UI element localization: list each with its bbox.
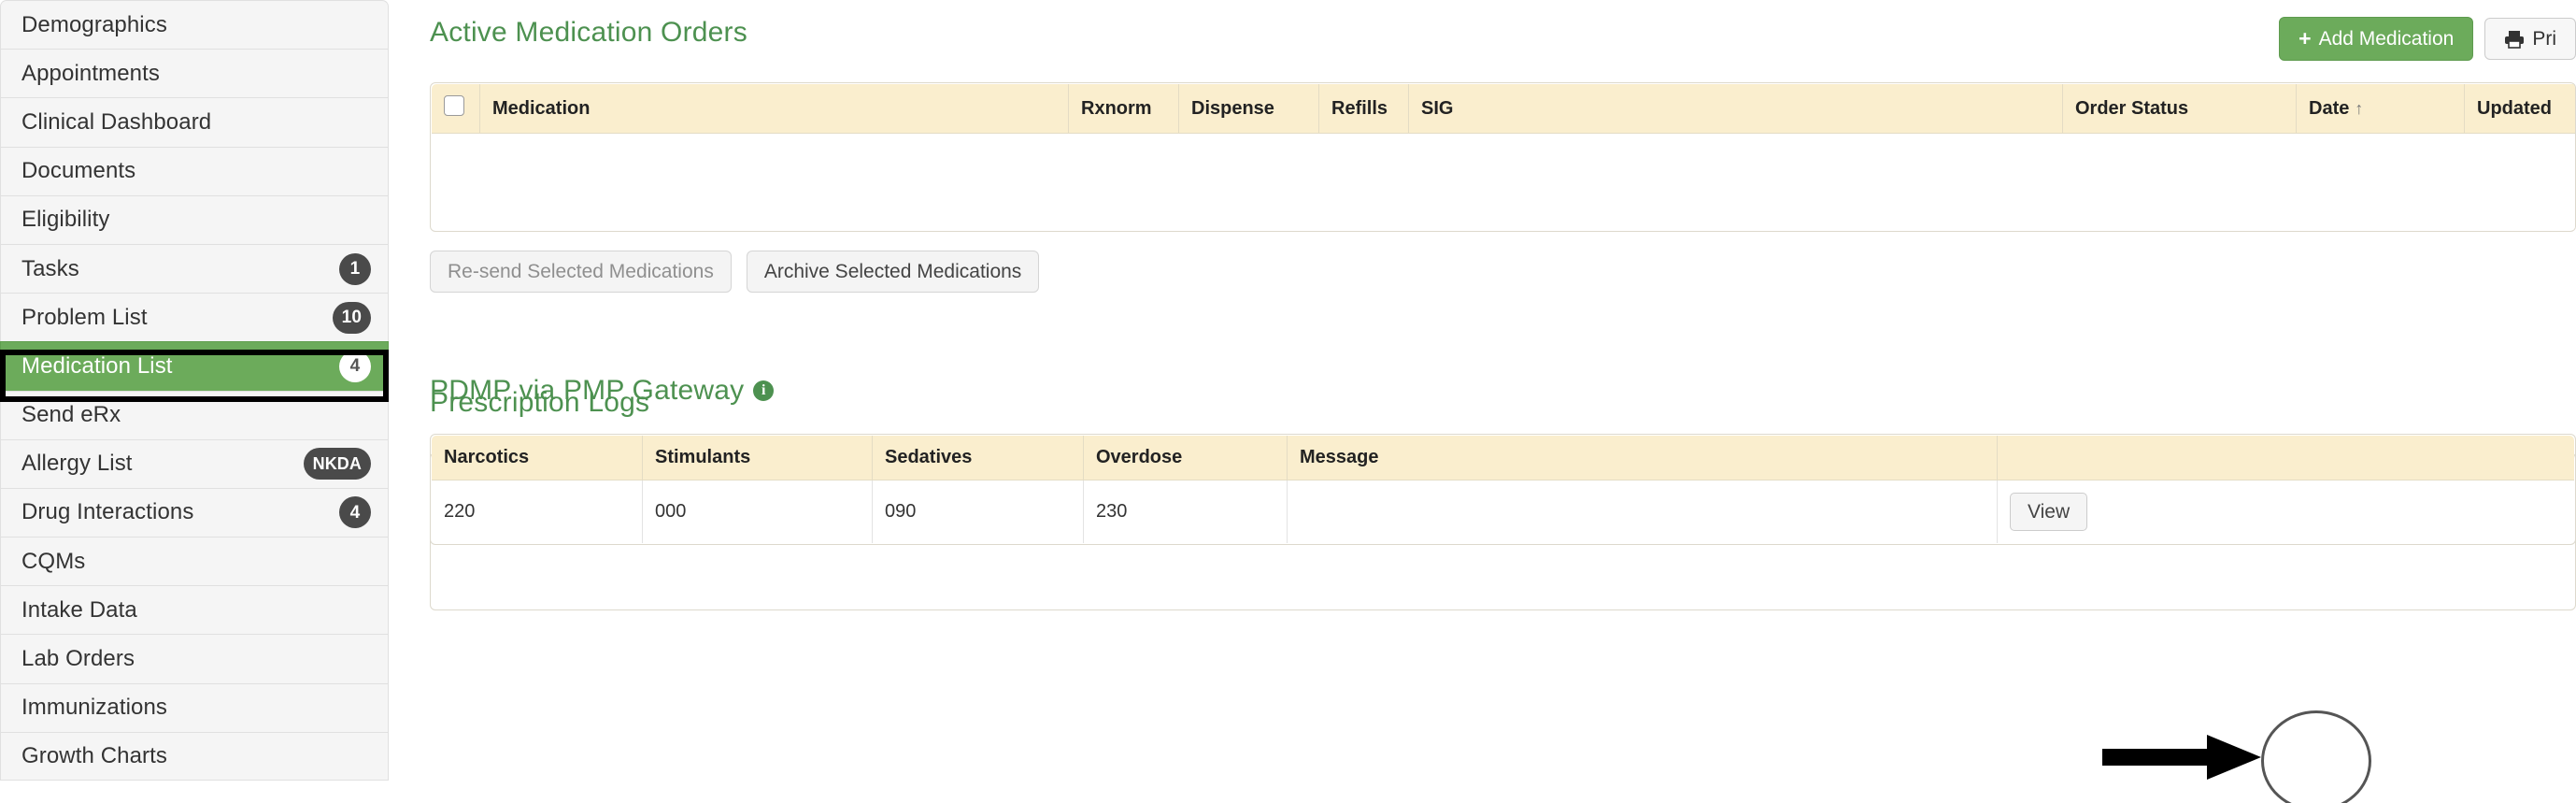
sidebar-nav-list: Demographics Appointments Clinical Dashb… bbox=[0, 0, 389, 781]
active-medication-orders-title: Active Medication Orders bbox=[430, 17, 747, 48]
column-header-date[interactable]: Date ↑ bbox=[2296, 84, 2465, 134]
printer-icon bbox=[2504, 30, 2525, 49]
column-header-overdose[interactable]: Overdose bbox=[1083, 436, 1288, 480]
cell-stimulants: 000 bbox=[642, 480, 873, 543]
sidebar-item-drug-interactions[interactable]: Drug Interactions 4 bbox=[0, 487, 389, 538]
pdmp-table-wrap: Narcotics Stimulants Sedatives Overdose … bbox=[430, 434, 2576, 545]
column-header-date-label: Date bbox=[2309, 97, 2350, 119]
top-action-bar: + Add Medication Pri bbox=[2279, 17, 2576, 61]
cell-overdose: 230 bbox=[1083, 480, 1288, 543]
sidebar-item-label: Demographics bbox=[21, 11, 167, 37]
column-header-updated[interactable]: Updated bbox=[2464, 84, 2575, 134]
column-header-refills[interactable]: Refills bbox=[1318, 84, 1409, 134]
sidebar-item-label: Medication List bbox=[21, 352, 173, 379]
pdmp-title: PDMP via PMP Gateway i bbox=[430, 375, 775, 407]
table-row: 220 000 090 230 View bbox=[432, 480, 2574, 543]
sidebar-item-demographics[interactable]: Demographics bbox=[0, 0, 389, 50]
sidebar-item-label: Tasks bbox=[21, 255, 79, 281]
sidebar-item-label: Send eRx bbox=[21, 402, 121, 428]
active-medication-orders-table: Medication Rxnorm Dispense Refills SIG O… bbox=[431, 83, 2575, 231]
sidebar-badge-drug-interactions: 4 bbox=[339, 496, 371, 529]
sidebar-item-label: Appointments bbox=[21, 60, 160, 86]
pdmp-table-body: 220 000 090 230 View bbox=[432, 480, 2574, 543]
pdmp-table: Narcotics Stimulants Sedatives Overdose … bbox=[431, 435, 2575, 544]
table-header-row: Medication Rxnorm Dispense Refills SIG O… bbox=[432, 84, 2575, 134]
sidebar-item-tasks[interactable]: Tasks 1 bbox=[0, 243, 389, 294]
sidebar-badge-medication-list: 4 bbox=[339, 350, 371, 382]
column-header-narcotics[interactable]: Narcotics bbox=[432, 436, 643, 480]
select-all-header[interactable] bbox=[432, 84, 480, 134]
sidebar-badge-tasks: 1 bbox=[339, 252, 371, 285]
sidebar-item-growth-charts[interactable]: Growth Charts bbox=[0, 731, 389, 781]
active-medication-orders-body bbox=[432, 133, 2575, 230]
add-medication-label: Add Medication bbox=[2318, 28, 2455, 50]
column-header-rxnorm[interactable]: Rxnorm bbox=[1068, 84, 1179, 134]
patient-sidebar: Demographics Appointments Clinical Dashb… bbox=[0, 0, 389, 803]
sidebar-item-label: Documents bbox=[21, 158, 136, 184]
medication-actions-row: Re-send Selected Medications Archive Sel… bbox=[430, 251, 2576, 293]
cell-narcotics: 220 bbox=[432, 480, 643, 543]
cell-message bbox=[1287, 480, 1998, 543]
sidebar-item-appointments[interactable]: Appointments bbox=[0, 49, 389, 98]
sidebar-item-label: Eligibility bbox=[21, 207, 110, 233]
sidebar-badge-problem-list: 10 bbox=[332, 301, 371, 334]
print-label: Pri bbox=[2532, 28, 2556, 50]
info-icon[interactable]: i bbox=[753, 380, 775, 401]
pdmp-title-label: PDMP via PMP Gateway bbox=[430, 375, 745, 406]
column-header-order-status[interactable]: Order Status bbox=[2062, 84, 2297, 134]
cell-sedatives: 090 bbox=[872, 480, 1084, 543]
resend-selected-medications-button[interactable]: Re-send Selected Medications bbox=[430, 251, 732, 293]
sidebar-item-label: Intake Data bbox=[21, 596, 137, 623]
sidebar-item-cqms[interactable]: CQMs bbox=[0, 537, 389, 586]
sidebar-item-label: CQMs bbox=[21, 548, 86, 574]
sidebar-item-documents[interactable]: Documents bbox=[0, 146, 389, 195]
sidebar-item-label: Clinical Dashboard bbox=[21, 108, 212, 135]
add-medication-button[interactable]: + Add Medication bbox=[2279, 17, 2474, 61]
sidebar-item-label: Immunizations bbox=[21, 695, 168, 721]
select-all-checkbox[interactable] bbox=[444, 95, 464, 116]
active-medication-orders-table-wrap: Medication Rxnorm Dispense Refills SIG O… bbox=[430, 82, 2576, 232]
sidebar-item-immunizations[interactable]: Immunizations bbox=[0, 682, 389, 732]
cell-pdmp-action: View bbox=[1997, 480, 2574, 543]
sidebar-item-medication-list[interactable]: Medication List 4 bbox=[0, 341, 389, 391]
table-header-row: Narcotics Stimulants Sedatives Overdose … bbox=[432, 436, 2574, 480]
sidebar-item-label: Drug Interactions bbox=[21, 499, 194, 525]
sidebar-item-problem-list[interactable]: Problem List 10 bbox=[0, 293, 389, 342]
sidebar-item-clinical-dashboard[interactable]: Clinical Dashboard bbox=[0, 97, 389, 147]
sidebar-item-label: Lab Orders bbox=[21, 646, 135, 672]
sidebar-item-allergy-list[interactable]: Allergy List NKDA bbox=[0, 438, 389, 488]
column-header-sedatives[interactable]: Sedatives bbox=[872, 436, 1084, 480]
main-content: + Add Medication Pri Active Medication O… bbox=[430, 0, 2576, 803]
column-header-stimulants[interactable]: Stimulants bbox=[642, 436, 873, 480]
view-button[interactable]: View bbox=[2010, 493, 2088, 531]
archive-selected-medications-button[interactable]: Archive Selected Medications bbox=[746, 251, 1040, 293]
table-empty-row bbox=[432, 133, 2575, 230]
table-empty-cell bbox=[432, 133, 2575, 230]
sidebar-item-send-erx[interactable]: Send eRx bbox=[0, 390, 389, 439]
column-header-message[interactable]: Message bbox=[1287, 436, 1998, 480]
column-header-pdmp-actions bbox=[1997, 436, 2574, 480]
sort-ascending-icon: ↑ bbox=[2355, 98, 2364, 118]
sidebar-item-label: Growth Charts bbox=[21, 742, 168, 768]
sidebar-item-lab-orders[interactable]: Lab Orders bbox=[0, 634, 389, 683]
sidebar-item-label: Allergy List bbox=[21, 451, 133, 477]
column-header-sig[interactable]: SIG bbox=[1408, 84, 2063, 134]
sidebar-item-intake-data[interactable]: Intake Data bbox=[0, 585, 389, 635]
plus-icon: + bbox=[2298, 26, 2312, 50]
column-header-medication[interactable]: Medication bbox=[479, 84, 1069, 134]
print-button[interactable]: Pri bbox=[2484, 18, 2576, 60]
column-header-dispense[interactable]: Dispense bbox=[1178, 84, 1319, 134]
page-root: Demographics Appointments Clinical Dashb… bbox=[0, 0, 2576, 803]
sidebar-item-eligibility[interactable]: Eligibility bbox=[0, 194, 389, 244]
sidebar-item-label: Problem List bbox=[21, 304, 148, 330]
sidebar-badge-allergy-list: NKDA bbox=[303, 448, 371, 480]
